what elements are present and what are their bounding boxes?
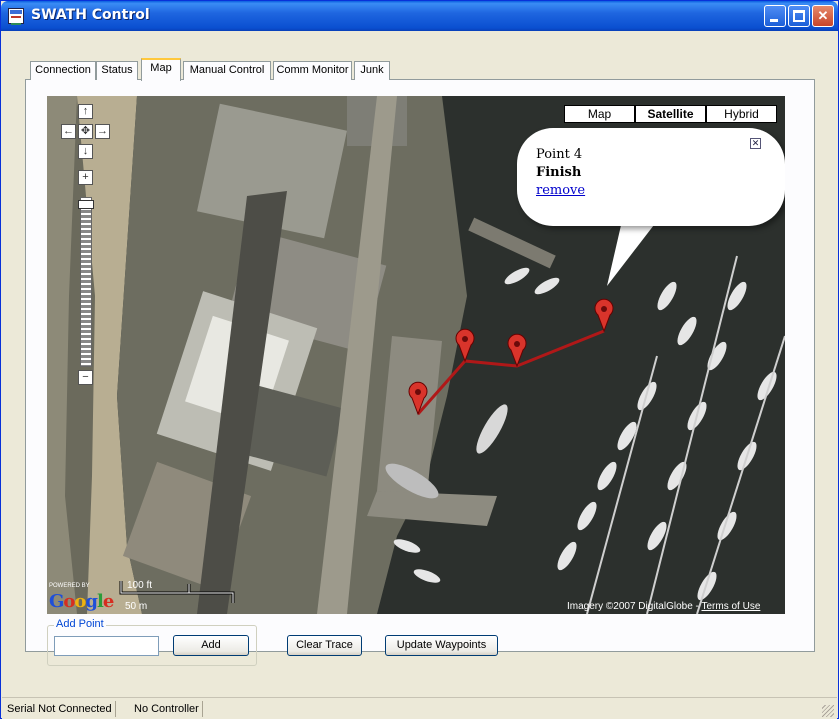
clear-trace-button[interactable]: Clear Trace — [287, 635, 362, 656]
zoom-in-button[interactable]: + — [78, 170, 93, 185]
terms-of-use-link[interactable]: Terms of Use — [701, 601, 760, 612]
scale-feet-label: 100 ft — [127, 580, 153, 591]
map-type-satellite-button[interactable]: Satellite — [635, 105, 706, 123]
pan-up-button[interactable]: ↑ — [78, 104, 93, 119]
add-button[interactable]: Add — [173, 635, 249, 656]
pan-down-button[interactable]: ↓ — [78, 144, 93, 159]
controller-status: No Controller — [131, 701, 203, 717]
close-button[interactable]: ✕ — [812, 5, 834, 27]
minimize-button[interactable] — [764, 5, 786, 27]
resize-grip[interactable] — [822, 705, 834, 717]
status-bar: Serial Not Connected No Controller — [2, 697, 837, 719]
minimize-icon — [770, 19, 778, 22]
info-close-icon[interactable]: ✕ — [750, 138, 761, 149]
tab-comm-monitor[interactable]: Comm Monitor — [273, 61, 352, 80]
zoom-slider-thumb[interactable] — [78, 200, 94, 209]
remove-link[interactable]: remove — [536, 183, 585, 198]
pan-right-button[interactable]: → — [95, 124, 110, 139]
zoom-out-button[interactable]: − — [78, 370, 93, 385]
add-point-group-label: Add Point — [54, 618, 106, 630]
satellite-map[interactable]: Map Satellite Hybrid ↑ ← ✥ → ↓ + − ✕ Poi… — [47, 96, 785, 614]
map-type-map-button[interactable]: Map — [564, 105, 635, 123]
window-title: SWATH Control — [31, 7, 150, 23]
update-waypoints-button[interactable]: Update Waypoints — [385, 635, 498, 656]
info-point-name: Finish — [536, 165, 582, 180]
add-point-input[interactable] — [54, 636, 159, 656]
imagery-attribution: Imagery ©2007 DigitalGlobe - Terms of Us… — [567, 601, 760, 612]
title-bar[interactable]: SWATH Control ✕ — [1, 1, 838, 31]
zoom-slider[interactable] — [80, 197, 92, 367]
tab-junk[interactable]: Junk — [354, 61, 390, 80]
map-type-hybrid-button[interactable]: Hybrid — [706, 105, 777, 123]
attribution-text: Imagery ©2007 DigitalGlobe - — [567, 601, 702, 612]
info-point-label: Point 4 — [536, 147, 583, 162]
tab-status[interactable]: Status — [96, 61, 138, 80]
main-window: SWATH Control ✕ Connection Status Map Ma… — [0, 0, 839, 719]
tab-manual-control[interactable]: Manual Control — [183, 61, 271, 80]
maximize-icon — [793, 10, 805, 22]
google-logo[interactable]: Google — [49, 591, 114, 612]
pan-center-button[interactable]: ✥ — [78, 124, 93, 139]
app-icon — [8, 8, 24, 25]
maximize-button[interactable] — [788, 5, 810, 27]
powered-by-label: POWERED BY — [49, 583, 90, 589]
pan-left-button[interactable]: ← — [61, 124, 76, 139]
info-window: ✕ Point 4 Finish remove — [517, 128, 785, 226]
close-icon: ✕ — [817, 8, 829, 23]
tab-map[interactable]: Map — [141, 58, 181, 81]
scale-meters-label: 50 m — [125, 601, 148, 612]
serial-status: Serial Not Connected — [4, 701, 116, 717]
tab-connection[interactable]: Connection — [30, 61, 96, 80]
